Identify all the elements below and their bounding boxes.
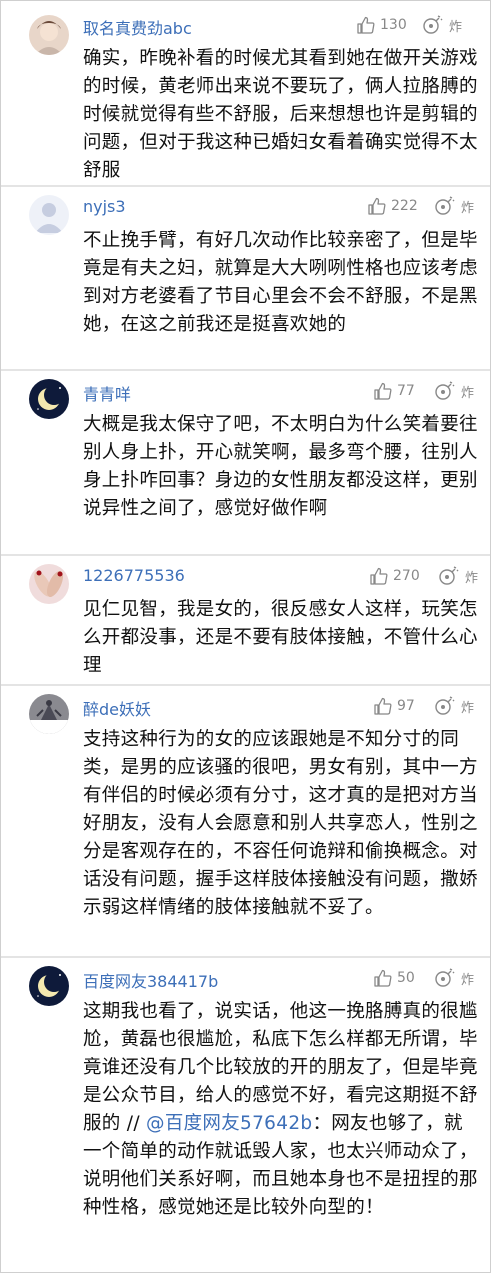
- bomb-label: 炸: [461, 385, 475, 401]
- bomb-button[interactable]: 炸: [421, 14, 462, 36]
- divider: [1, 369, 490, 371]
- comment-text: 大概是我太保守了吧，不太明白为什么笑着要往别人身上扑，开心就笑啊，最多弯个腰，往…: [83, 414, 478, 519]
- thumbs-up-icon: [374, 382, 392, 400]
- like-count: 222: [391, 198, 418, 214]
- bomb-icon: [435, 696, 455, 715]
- avatar[interactable]: [29, 379, 69, 419]
- thumbs-up-icon: [368, 197, 386, 215]
- avatar[interactable]: [29, 195, 69, 235]
- bomb-icon: [435, 968, 455, 987]
- like-button[interactable]: 97: [373, 695, 415, 717]
- avatar[interactable]: [29, 15, 69, 55]
- like-count: 50: [397, 970, 415, 986]
- divider: [1, 554, 490, 556]
- bomb-icon: [423, 15, 443, 34]
- username[interactable]: 1226775536: [83, 566, 185, 585]
- divider: [1, 185, 490, 187]
- bomb-label: 炸: [461, 700, 475, 716]
- bomb-label: 炸: [465, 570, 479, 586]
- bomb-icon: [435, 381, 455, 400]
- bomb-button[interactable]: 炸: [433, 967, 474, 989]
- thumbs-up-icon: [357, 16, 375, 34]
- like-button[interactable]: 77: [373, 380, 415, 402]
- bomb-button[interactable]: 炸: [433, 380, 474, 402]
- username[interactable]: 青青咩: [83, 381, 131, 405]
- bomb-label: 炸: [461, 200, 475, 216]
- username[interactable]: nyjs3: [83, 197, 126, 216]
- avatar[interactable]: [29, 564, 69, 604]
- username[interactable]: 醉de妖妖: [83, 696, 151, 720]
- bomb-label: 炸: [461, 972, 475, 988]
- avatar[interactable]: [29, 694, 69, 734]
- bomb-icon: [439, 566, 459, 585]
- comment-text: 不止挽手臂，有好几次动作比较亲密了，但是毕竟是有夫之妇，就算是大大咧咧性格也应该…: [83, 230, 478, 335]
- bomb-button[interactable]: 炸: [433, 695, 474, 717]
- thumbs-up-icon: [374, 969, 392, 987]
- comment-list: 取名真费劲abc 130 炸 确实，昨晚补看的时候尤其看到她在做开关游戏的时候，…: [0, 0, 491, 1273]
- like-count: 130: [380, 17, 407, 33]
- bomb-icon: [435, 196, 455, 215]
- bomb-button[interactable]: 炸: [433, 195, 474, 217]
- comment-text: 这期我也看了，说实话，他这一挽胳膊真的很尴尬，黄磊也很尴尬，私底下怎么样都无所谓…: [83, 998, 478, 1222]
- username[interactable]: 取名真费劲abc: [83, 15, 192, 39]
- like-button[interactable]: 222: [367, 195, 418, 217]
- divider: [1, 956, 490, 958]
- bomb-label: 炸: [449, 19, 463, 35]
- like-button[interactable]: 50: [373, 967, 415, 989]
- like-button[interactable]: 270: [369, 565, 420, 587]
- like-count: 77: [397, 383, 415, 399]
- thumbs-up-icon: [370, 567, 388, 585]
- bomb-button[interactable]: 炸: [437, 565, 478, 587]
- thumbs-up-icon: [374, 697, 392, 715]
- avatar[interactable]: [29, 966, 69, 1006]
- like-count: 270: [393, 568, 420, 584]
- like-count: 97: [397, 698, 415, 714]
- comment-text: 见仁见智，我是女的，很反感女人这样，玩笑怎么开都没事，还是不要有肢体接触，不管什…: [83, 599, 478, 676]
- comment-text: 确实，昨晚补看的时候尤其看到她在做开关游戏的时候，黄老师出来说不要玩了，俩人拉胳…: [83, 48, 478, 181]
- divider: [1, 684, 490, 686]
- username[interactable]: 百度网友384417b: [83, 968, 218, 992]
- comment-text: 支持这种行为的女的应该跟她是不知分寸的同类，是男的应该骚的很吧，男女有别，其中一…: [83, 729, 478, 918]
- like-button[interactable]: 130: [356, 14, 407, 36]
- mention-link[interactable]: @百度网友57642b: [146, 1113, 312, 1134]
